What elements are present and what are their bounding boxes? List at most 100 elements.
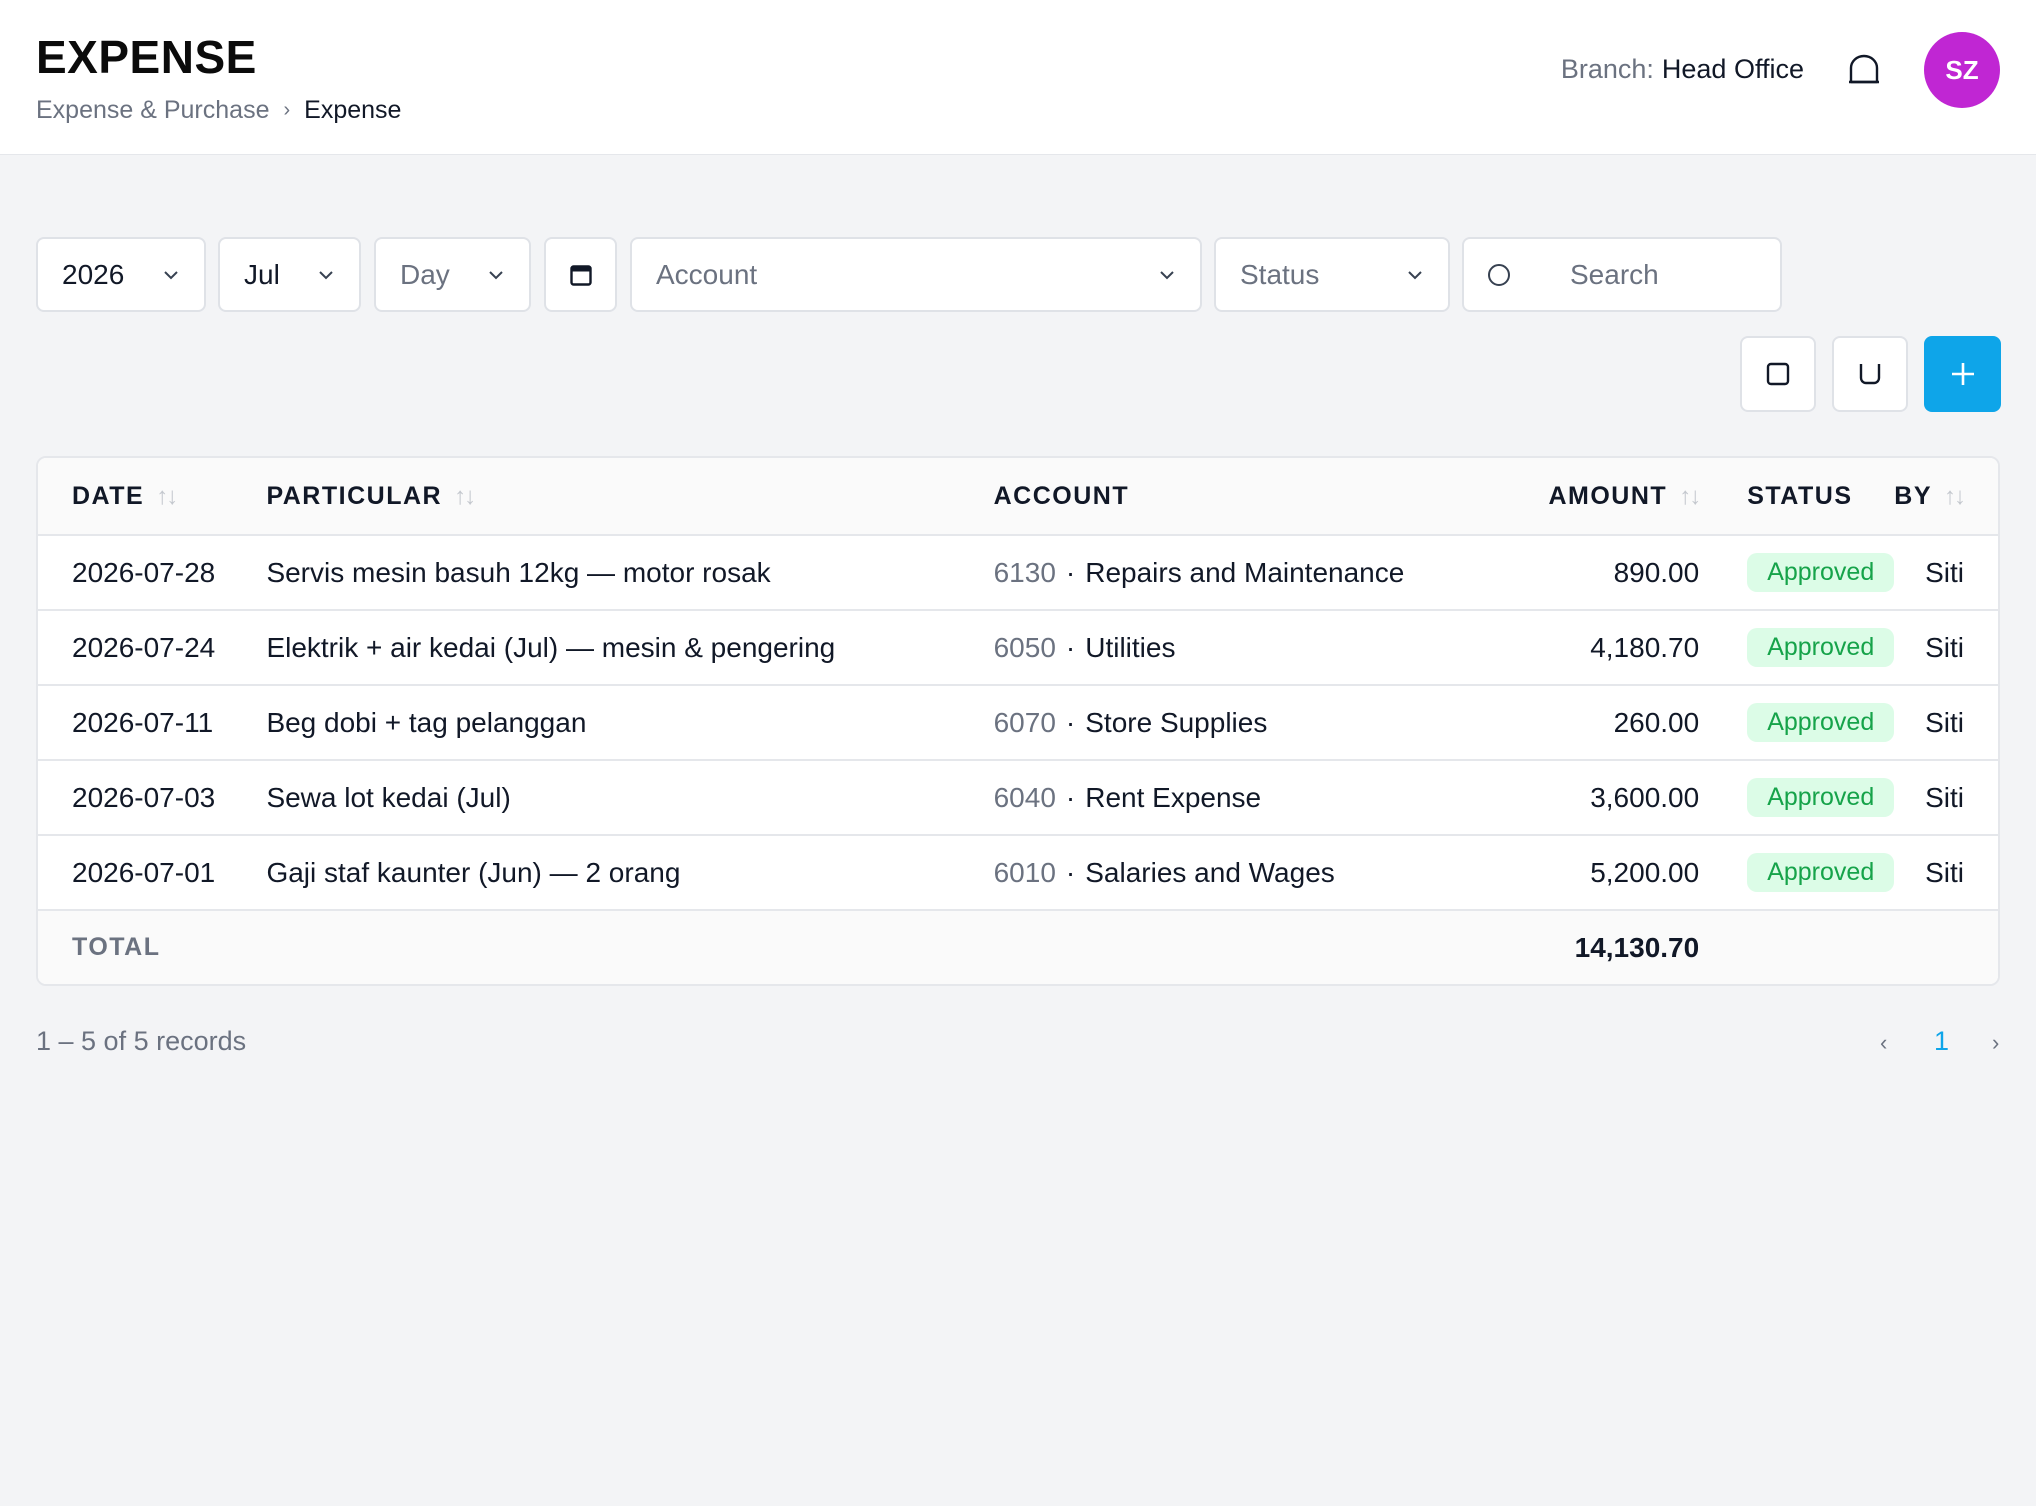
- month-select[interactable]: Jul: [218, 237, 361, 312]
- table-row[interactable]: 2026-07-11 Beg dobi + tag pelanggan 6070 · S…: [38, 685, 1998, 761]
- pager-prev-button[interactable]: ‹: [1880, 1030, 1887, 1056]
- account-separator: ·: [1065, 781, 1076, 813]
- column-date[interactable]: DATE ↑↓: [38, 458, 267, 536]
- cup-icon: [1859, 364, 1881, 385]
- column-status: STATUS: [1699, 458, 1895, 536]
- cell-account: 6040 · Rent Expense: [993, 760, 1414, 836]
- status-select[interactable]: Status: [1214, 237, 1450, 312]
- total-label: TOTAL: [38, 910, 267, 984]
- cell-by: Siti: [1894, 835, 1998, 911]
- chevron-down-icon: [164, 270, 178, 279]
- cell-particular: Servis mesin basuh 12kg — motor rosak: [266, 535, 994, 611]
- cell-amount: 4,180.70: [1413, 610, 1700, 686]
- month-value: Jul: [244, 258, 280, 290]
- account-separator: ·: [1065, 856, 1076, 888]
- search-icon: [1488, 263, 1510, 286]
- total-amount: 14,130.70: [1413, 910, 1700, 984]
- column-amount-label: AMOUNT: [1548, 481, 1668, 510]
- branch-selector[interactable]: Branch: Head Office: [1561, 54, 1804, 85]
- table-row[interactable]: 2026-07-24 Elektrik + air kedai (Jul) — m…: [38, 610, 1998, 686]
- column-particular[interactable]: PARTICULAR ↑↓: [266, 458, 994, 536]
- cell-status: Approved: [1699, 535, 1895, 611]
- avatar[interactable]: SZ: [1924, 32, 2000, 108]
- account-name: Utilities: [1085, 631, 1176, 663]
- cell-account: 6010 · Salaries and Wages: [993, 835, 1414, 911]
- account-code: 6130: [993, 556, 1056, 588]
- table-row[interactable]: 2026-07-28 Servis mesin basuh 12kg — moto…: [38, 535, 1998, 611]
- cell-date: 2026-07-03: [38, 760, 267, 836]
- status-badge: Approved: [1747, 703, 1895, 742]
- records-count: 1 – 5 of 5 records: [36, 1026, 247, 1056]
- calendar-icon: [569, 264, 592, 286]
- print-button[interactable]: [1832, 336, 1908, 412]
- account-select[interactable]: Account: [630, 237, 1202, 312]
- search-input[interactable]: [1570, 258, 1770, 291]
- account-code: 6040: [993, 781, 1056, 813]
- column-account: ACCOUNT: [993, 458, 1414, 536]
- account-name: Store Supplies: [1085, 706, 1268, 738]
- day-select[interactable]: Day: [374, 237, 531, 312]
- account-placeholder: Account: [656, 258, 758, 290]
- year-value: 2026: [62, 258, 125, 290]
- expense-table: DATE ↑↓ PARTICULAR ↑↓ ACCOUNT AMOUNT ↑↓ STA…: [36, 456, 2000, 986]
- cell-account: 6070 · Store Supplies: [993, 685, 1414, 761]
- cell-date: 2026-07-11: [38, 685, 267, 761]
- sort-icon[interactable]: ↑↓: [156, 483, 178, 510]
- chevron-down-icon: [1160, 270, 1174, 279]
- account-name: Salaries and Wages: [1085, 856, 1335, 888]
- chevron-down-icon: [489, 270, 503, 279]
- total-row: TOTAL 14,130.70: [38, 910, 1998, 984]
- cell-particular: Elektrik + air kedai (Jul) — mesin & pen…: [266, 610, 994, 686]
- cell-date: 2026-07-01: [38, 835, 267, 911]
- branch-label: Branch:: [1560, 54, 1654, 84]
- pager-page-1[interactable]: 1: [1934, 1026, 1949, 1057]
- export-button[interactable]: [1740, 336, 1816, 412]
- top-bar: EXPENSE Expense & Purchase › Expense Bra…: [0, 0, 2036, 155]
- sort-icon[interactable]: ↑↓: [454, 483, 476, 510]
- column-amount[interactable]: AMOUNT ↑↓: [1413, 458, 1701, 536]
- page-title: EXPENSE: [36, 31, 257, 83]
- search-box[interactable]: [1462, 237, 1782, 312]
- account-separator: ·: [1065, 631, 1076, 663]
- bell-icon[interactable]: [1848, 54, 1880, 84]
- cell-particular: Beg dobi + tag pelanggan: [266, 685, 994, 761]
- cell-by: Siti: [1894, 535, 1998, 611]
- cell-account: 6130 · Repairs and Maintenance: [993, 535, 1414, 611]
- cell-amount: 3,600.00: [1413, 760, 1700, 836]
- breadcrumb: Expense & Purchase › Expense: [36, 96, 401, 125]
- pager-next-button[interactable]: ›: [1992, 1030, 1999, 1056]
- account-separator: ·: [1065, 556, 1076, 588]
- chevron-down-icon: [1408, 270, 1422, 279]
- add-expense-button[interactable]: [1924, 336, 2001, 412]
- calendar-button[interactable]: [544, 237, 617, 312]
- table-row[interactable]: 2026-07-01 Gaji staf kaunter (Jun) — 2 or…: [38, 835, 1998, 911]
- account-separator: ·: [1065, 706, 1076, 738]
- status-placeholder: Status: [1240, 258, 1320, 290]
- column-status-label: STATUS: [1747, 481, 1853, 510]
- sort-icon[interactable]: ↑↓: [1944, 483, 1966, 510]
- breadcrumb-parent[interactable]: Expense & Purchase: [36, 96, 269, 125]
- cell-date: 2026-07-24: [38, 610, 267, 686]
- cell-status: Approved: [1699, 835, 1895, 911]
- cell-account: 6050 · Utilities: [993, 610, 1414, 686]
- table-row[interactable]: 2026-07-03 Sewa lot kedai (Jul) 6040 · Rent …: [38, 760, 1998, 836]
- cell-status: Approved: [1699, 760, 1895, 836]
- square-icon: [1766, 362, 1790, 386]
- table-header-row: DATE ↑↓ PARTICULAR ↑↓ ACCOUNT AMOUNT ↑↓ STA…: [38, 458, 1998, 536]
- cell-amount: 890.00: [1413, 535, 1700, 611]
- account-name: Rent Expense: [1085, 781, 1262, 813]
- cell-by: Siti: [1894, 610, 1998, 686]
- column-date-label: DATE: [72, 481, 145, 510]
- status-badge: Approved: [1747, 853, 1895, 892]
- account-code: 6050: [993, 631, 1056, 663]
- chevron-down-icon: [319, 270, 333, 279]
- column-particular-label: PARTICULAR: [266, 481, 443, 510]
- cell-by: Siti: [1894, 685, 1998, 761]
- plus-icon: [1951, 363, 1974, 385]
- year-select[interactable]: 2026: [36, 237, 206, 312]
- sort-icon[interactable]: ↑↓: [1679, 483, 1701, 510]
- cell-amount: 260.00: [1413, 685, 1700, 761]
- column-by[interactable]: BY ↑↓: [1894, 458, 1998, 536]
- cell-particular: Gaji staf kaunter (Jun) — 2 orang: [266, 835, 994, 911]
- column-account-label: ACCOUNT: [993, 481, 1130, 510]
